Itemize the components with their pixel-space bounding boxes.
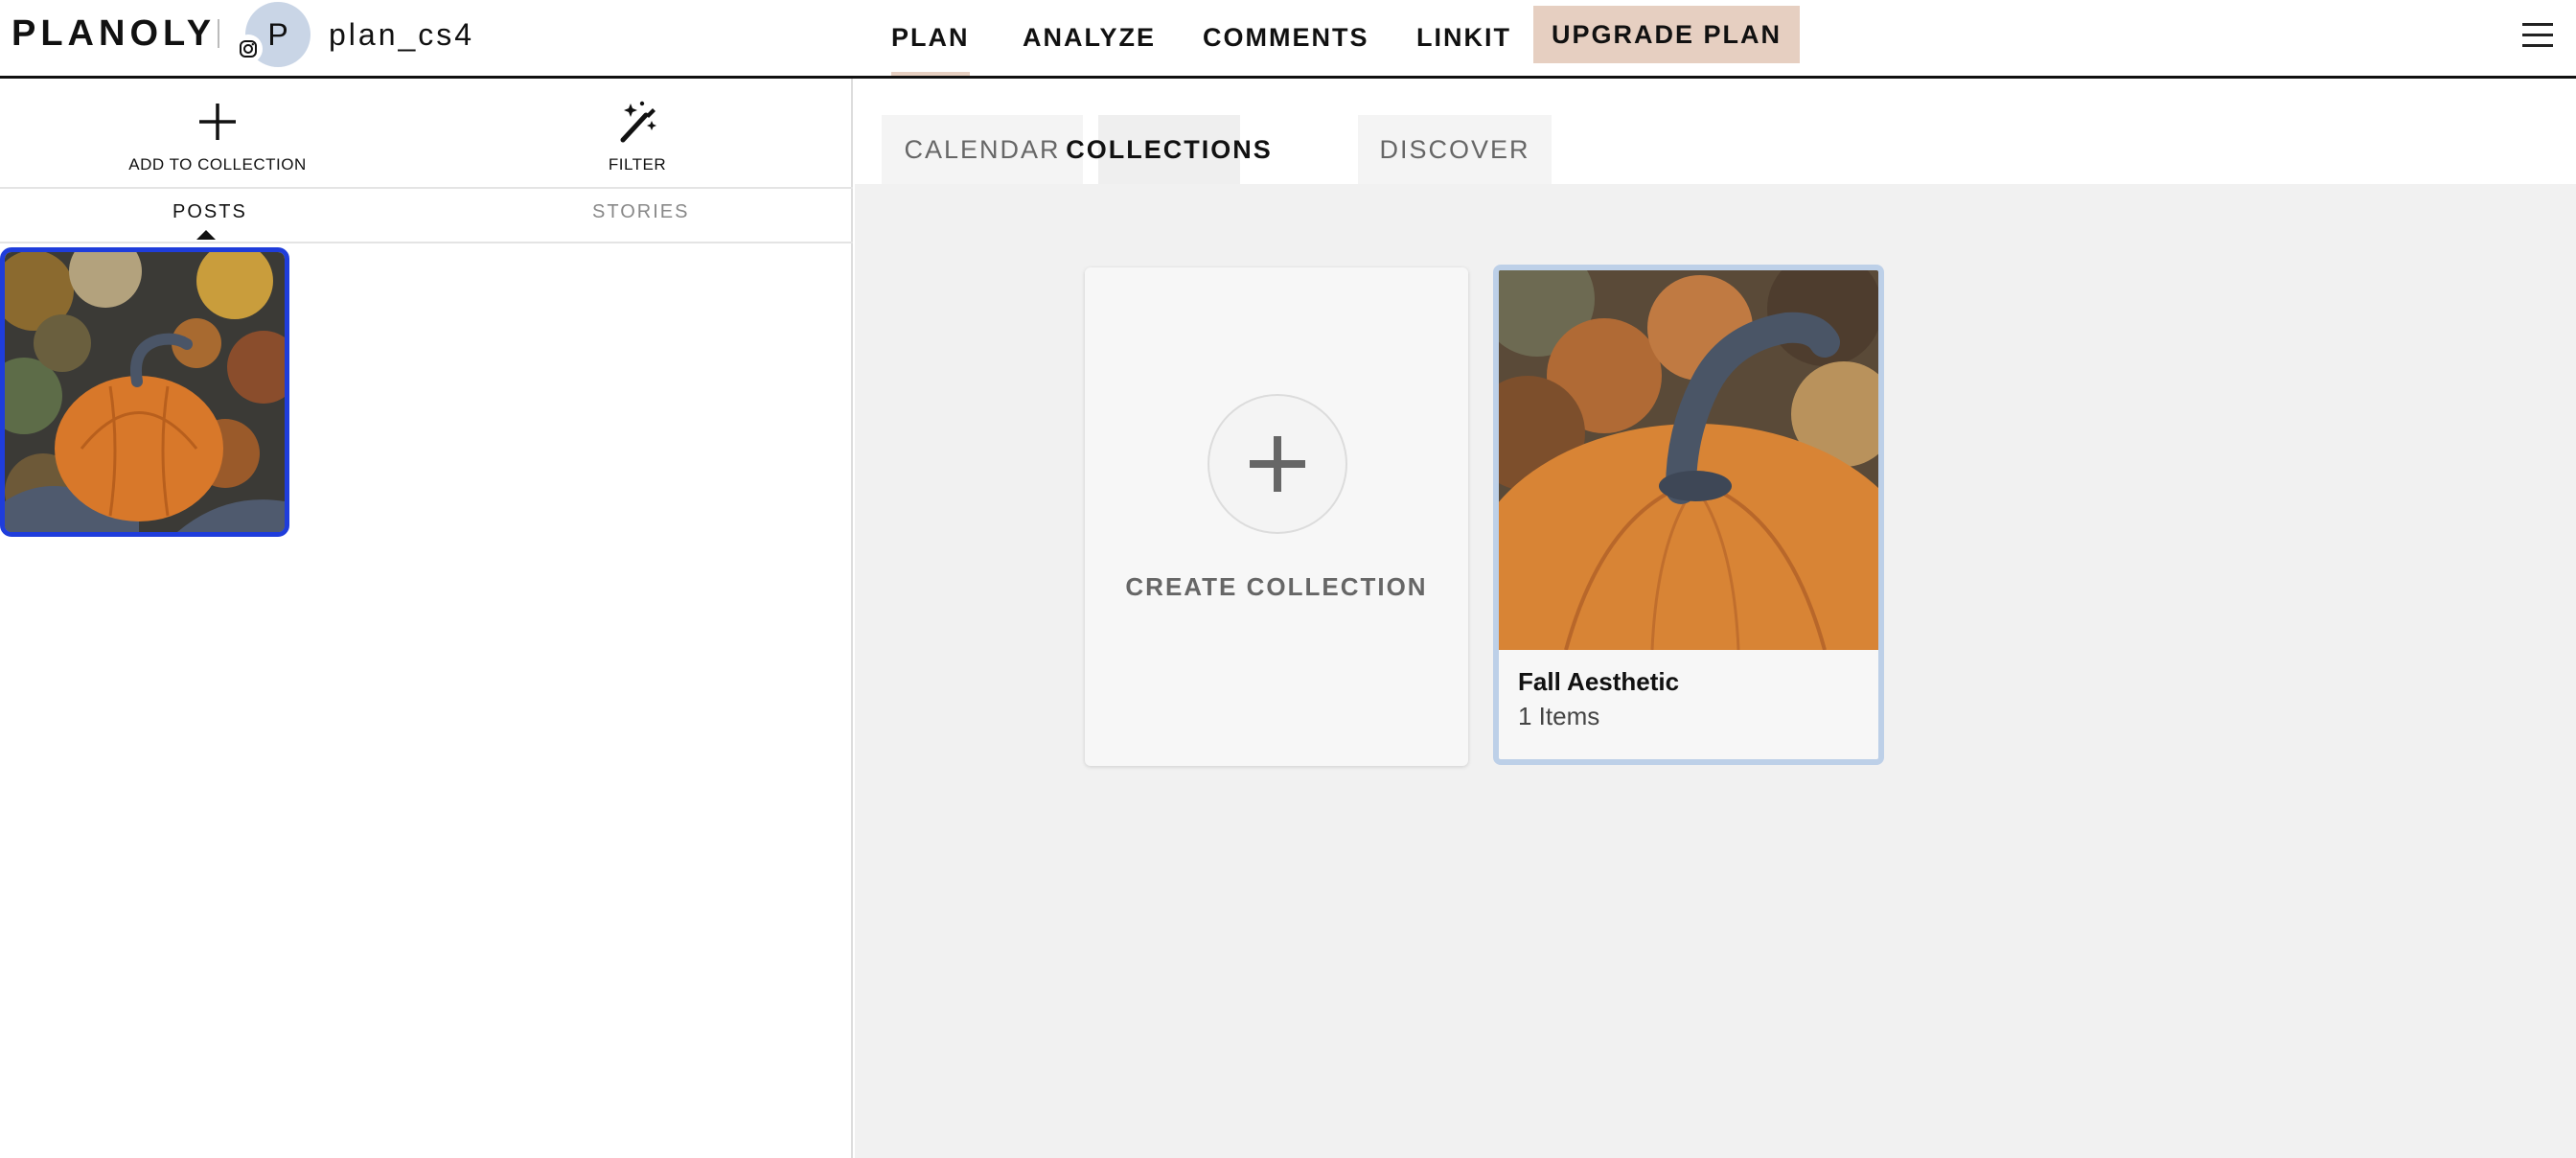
planoly-logo[interactable]: PLANOLY [12, 13, 216, 55]
active-tab-indicator [196, 230, 216, 240]
instagram-icon [234, 35, 263, 63]
upgrade-plan-button[interactable]: UPGRADE PLAN [1533, 6, 1800, 63]
account-name[interactable]: plan_cs4 [329, 17, 474, 53]
toolbar-divider [0, 187, 853, 189]
tabs-divider [0, 242, 853, 243]
nav-analyze[interactable]: ANALYZE [1023, 0, 1156, 76]
collection-name: Fall Aesthetic [1518, 667, 1680, 696]
tab-calendar[interactable]: CALENDAR [882, 115, 1083, 184]
pumpkin-image [5, 252, 285, 532]
tab-posts[interactable]: POSTS [172, 201, 247, 223]
logo-divider [218, 19, 219, 48]
create-collection-label: CREATE COLLECTION [1125, 572, 1428, 601]
tab-collections[interactable]: COLLECTIONS [1066, 115, 1271, 184]
top-bar: PLANOLY P plan_cs4 PLAN ANALYZE COMMENTS… [0, 0, 2576, 79]
tab-discover[interactable]: DISCOVER [1358, 115, 1552, 184]
nav-plan[interactable]: PLAN [891, 0, 970, 76]
avatar-letter: P [267, 16, 288, 52]
hamburger-menu-icon[interactable] [2522, 23, 2553, 48]
collection-item-count: 1 Items [1518, 702, 1600, 730]
collection-card[interactable]: Fall Aesthetic 1 Items [1493, 265, 1884, 765]
tab-stories[interactable]: STORIES [592, 201, 689, 223]
add-to-collection-label: ADD TO COLLECTION [128, 155, 307, 174]
view-tab-bar: CALENDAR COLLECTIONS DISCOVER [855, 79, 2576, 184]
nav-comments[interactable]: COMMENTS [1203, 0, 1369, 76]
plus-icon [199, 104, 236, 140]
filter-button[interactable]: FILTER [522, 98, 752, 174]
filter-label: FILTER [608, 155, 667, 174]
collection-cover-image [1499, 270, 1878, 650]
right-panel: CALENDAR COLLECTIONS DISCOVER CREATE COL… [855, 79, 2576, 1158]
nav-linkit[interactable]: LINKIT [1416, 0, 1511, 76]
post-thumbnail[interactable] [0, 247, 289, 537]
add-to-collection-button[interactable]: ADD TO COLLECTION [103, 98, 333, 174]
create-collection-card[interactable]: CREATE COLLECTION [1085, 267, 1468, 766]
left-panel: ADD TO COLLECTION FILTER POSTS STORIES [0, 79, 853, 1158]
magic-wand-icon [620, 101, 656, 143]
plus-circle-icon [1208, 394, 1347, 534]
